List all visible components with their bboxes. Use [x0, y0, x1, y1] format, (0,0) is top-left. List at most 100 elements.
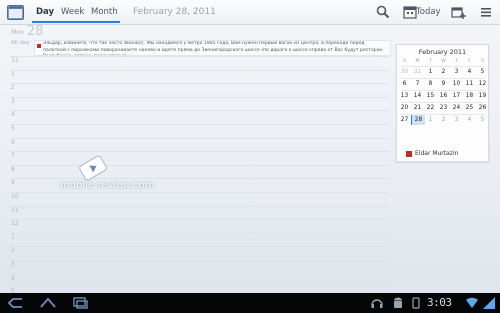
- phone-icon: [412, 297, 420, 309]
- hour-label: 5: [11, 125, 15, 132]
- hour-divider: [11, 287, 389, 289]
- watermark-text: mobile-review.com: [60, 180, 155, 191]
- weekday-header: T: [429, 59, 432, 64]
- calendar-name[interactable]: Eldar Murtazin: [415, 150, 458, 157]
- hour-divider: [11, 56, 389, 57]
- event-calendar-color: [37, 44, 41, 48]
- calendar-day[interactable]: 5: [476, 67, 489, 77]
- hour-divider: [11, 69, 389, 71]
- hour-divider: [11, 273, 389, 275]
- hour-label: 4: [11, 274, 15, 282]
- hour-divider: [11, 137, 389, 139]
- calendar-day[interactable]: 26: [476, 103, 489, 113]
- calendar-day[interactable]: 5: [476, 115, 489, 125]
- hour-divider: [11, 219, 389, 221]
- hour-label: 11: [11, 206, 19, 214]
- hour-divider: [11, 232, 389, 234]
- calendar-day[interactable]: 16: [437, 91, 450, 101]
- hour-label: 12: [11, 220, 19, 228]
- recent-apps-icon[interactable]: [71, 296, 89, 310]
- calendar-day[interactable]: 11: [463, 79, 476, 89]
- calendar-day[interactable]: 4: [463, 67, 476, 77]
- action-bar: Day Week Month February 28, 2011 Today: [0, 0, 500, 25]
- calendar-day[interactable]: 4: [463, 115, 476, 125]
- calendar-day[interactable]: 2: [437, 67, 450, 77]
- calendar-day[interactable]: 12: [476, 79, 489, 89]
- calendar-day[interactable]: 1: [424, 115, 437, 125]
- calendar-day[interactable]: 6: [398, 79, 411, 89]
- mini-calendar-title: February 2011: [418, 48, 467, 56]
- calendar-day[interactable]: 10: [450, 79, 463, 89]
- calendar-day[interactable]: 15: [424, 91, 437, 101]
- calendar-day[interactable]: 24: [450, 103, 463, 113]
- search-icon[interactable]: [375, 4, 391, 20]
- calendar-app-icon[interactable]: [7, 4, 24, 20]
- calendar-day[interactable]: 8: [424, 79, 437, 89]
- signal-icon: [483, 297, 495, 309]
- hour-label: 2: [11, 247, 15, 255]
- clock: 3:03: [427, 296, 452, 309]
- hour-divider: [11, 83, 389, 85]
- calendar-day[interactable]: 31: [411, 67, 424, 77]
- tab-week[interactable]: Week: [61, 4, 84, 20]
- event-text: Эльдар, извините, что так часто звоню(((…: [43, 41, 383, 55]
- hour-label: 10: [11, 193, 19, 200]
- tab-month[interactable]: Month: [91, 4, 118, 20]
- weekday-header: F: [468, 59, 471, 64]
- calendar-day[interactable]: 23: [437, 103, 450, 113]
- wifi-icon: [466, 297, 478, 308]
- weekday-header: M: [415, 59, 420, 64]
- weekday-label: Mon: [11, 29, 24, 36]
- all-day-event[interactable]: Эльдар, извините, что так часто звоню(((…: [34, 40, 391, 56]
- hour-label: 4: [11, 111, 15, 119]
- calendar-day[interactable]: 2: [437, 115, 450, 125]
- calendar-day[interactable]: 18: [463, 91, 476, 101]
- calendar-day[interactable]: 14: [411, 91, 424, 101]
- hour-label: 2: [11, 84, 15, 92]
- calendar-day[interactable]: 20: [398, 103, 411, 113]
- hour-label: 1: [11, 233, 15, 241]
- current-date: February 28, 2011: [133, 7, 216, 17]
- calendar-day[interactable]: 27: [398, 115, 411, 125]
- menu-icon[interactable]: [478, 4, 494, 20]
- hour-label: 6: [11, 138, 15, 146]
- hour-divider: [11, 260, 389, 261]
- calendar-day[interactable]: 17: [450, 91, 463, 101]
- hour-label: 9: [11, 179, 15, 187]
- home-icon[interactable]: [39, 296, 57, 310]
- calendar-day[interactable]: 3: [450, 67, 463, 77]
- calendar-day[interactable]: 1: [424, 67, 437, 77]
- mini-calendar: February 2011 S M T W T F S 30 31 1 2 3 4 5 6 7 8 9 10 11 12…: [396, 44, 489, 162]
- hour-label: 12: [11, 57, 19, 64]
- weekday-header: S: [481, 59, 484, 64]
- hour-divider: [11, 96, 389, 98]
- calendar-day[interactable]: 7: [411, 79, 424, 89]
- calendar-day[interactable]: 19: [476, 91, 489, 101]
- calendar-day[interactable]: 30: [398, 67, 411, 77]
- weekday-header: W: [441, 59, 446, 64]
- day-number: 28: [27, 24, 44, 39]
- hour-label: 3: [11, 261, 15, 268]
- calendar-day[interactable]: 13: [398, 91, 411, 101]
- calendar-day[interactable]: 9: [437, 79, 450, 89]
- weekday-header: S: [403, 59, 406, 64]
- weekday-header: T: [455, 59, 458, 64]
- hour-divider: [11, 110, 389, 112]
- back-icon[interactable]: [7, 296, 25, 310]
- hour-label: 3: [11, 97, 15, 105]
- headphones-icon: [371, 299, 383, 308]
- calendar-day[interactable]: 3: [450, 115, 463, 125]
- calendar-day[interactable]: 21: [411, 103, 424, 113]
- calendar-day[interactable]: 28: [411, 115, 425, 125]
- tab-day[interactable]: Day: [36, 4, 54, 20]
- calendar-day[interactable]: 22: [424, 103, 437, 113]
- android-icon: [394, 297, 402, 308]
- today-button[interactable]: Today: [416, 4, 441, 20]
- hour-label: 8: [11, 165, 15, 173]
- all-day-label: All day: [11, 40, 30, 46]
- calendar-day[interactable]: 25: [463, 103, 476, 113]
- hour-label: 7: [11, 152, 15, 160]
- calendar-color-swatch: [406, 151, 412, 157]
- calendar-add-icon[interactable]: [450, 4, 466, 20]
- hour-divider: [11, 246, 389, 248]
